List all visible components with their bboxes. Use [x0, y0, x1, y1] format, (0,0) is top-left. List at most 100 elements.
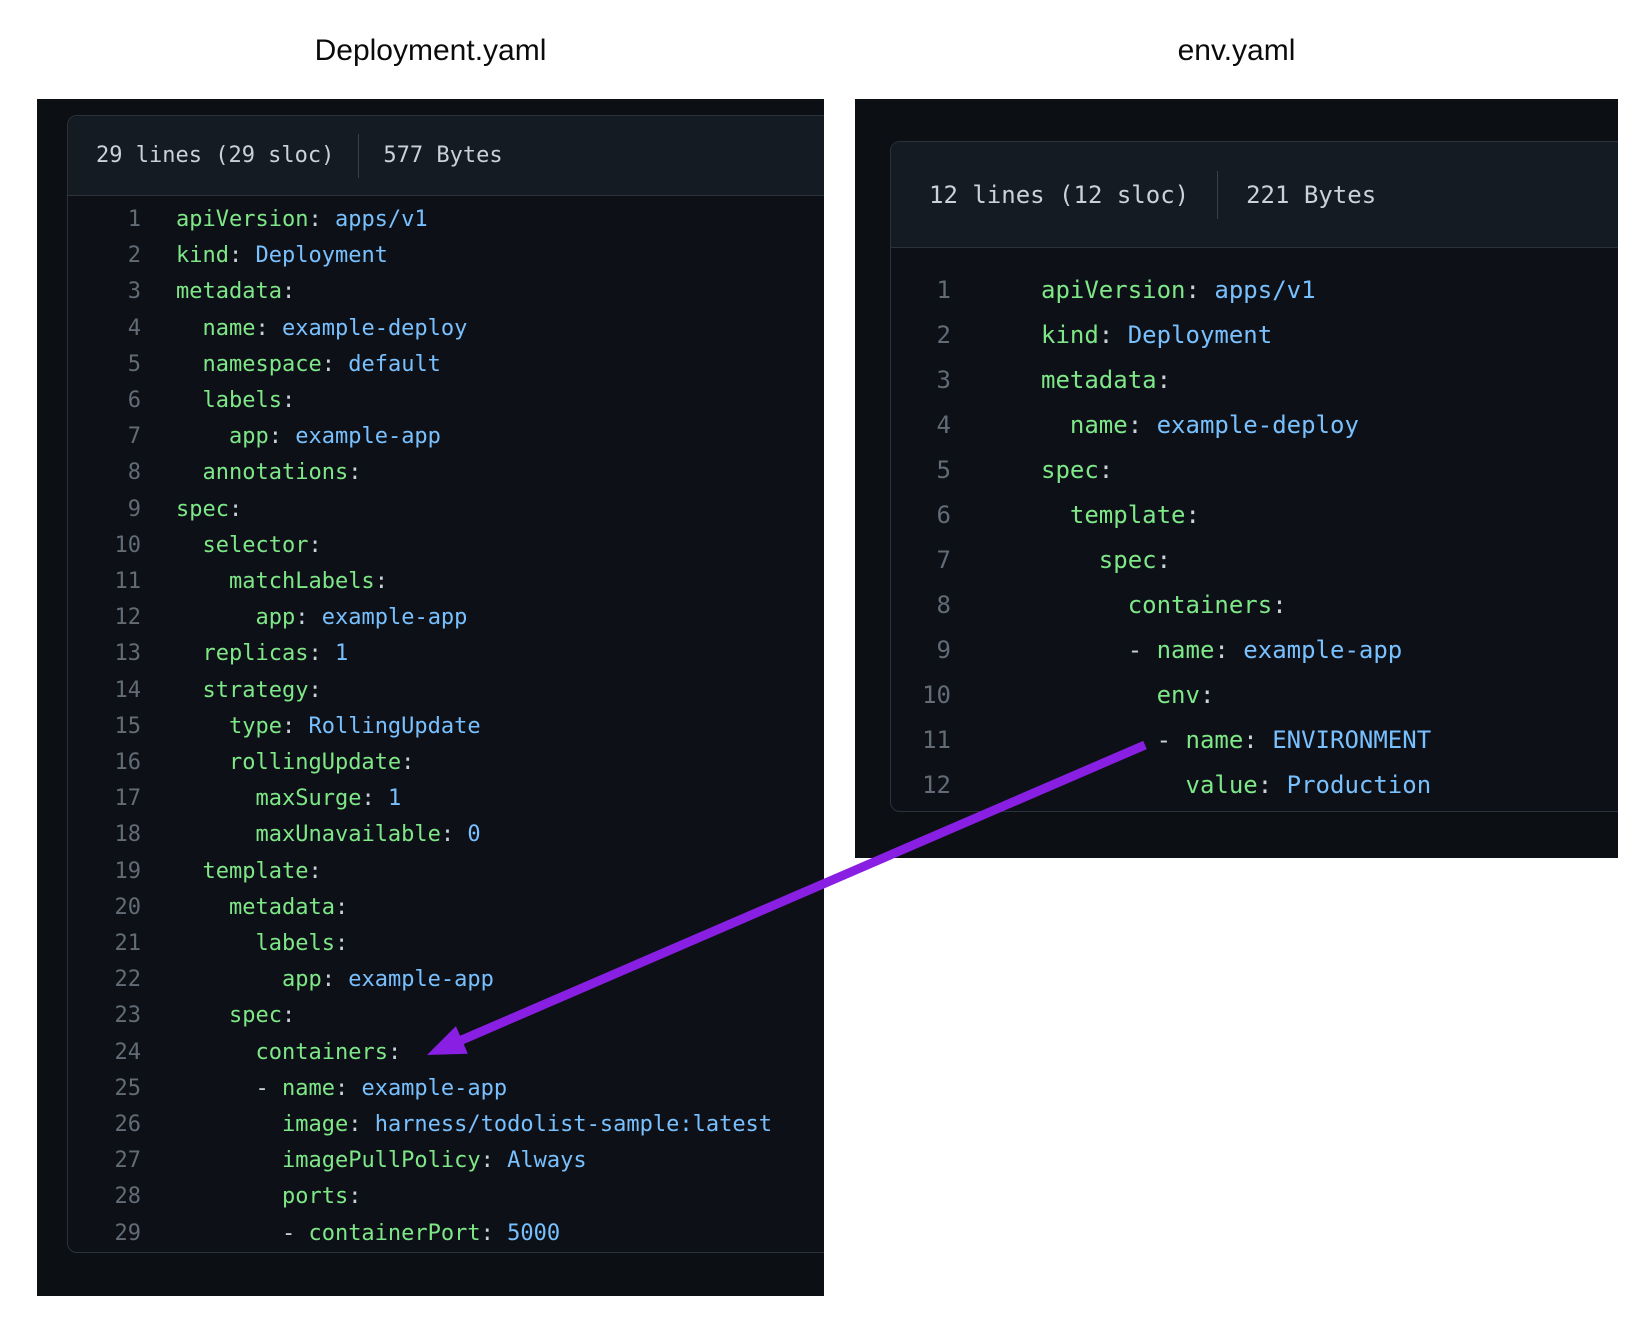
code-line: 23 spec: [68, 998, 824, 1034]
code-text: - name: example-app [141, 1071, 507, 1107]
code-text: labels: [141, 383, 295, 419]
code-line: 10 selector: [68, 528, 824, 564]
code-text: strategy: [141, 673, 322, 709]
line-number: 29 [68, 1216, 141, 1252]
code-line: 20 metadata: [68, 890, 824, 926]
code-text: selector: [141, 528, 322, 564]
line-number: 6 [891, 493, 951, 538]
code-text: app: example-app [141, 419, 441, 455]
meta-divider [1217, 171, 1218, 219]
line-number: 19 [68, 854, 141, 890]
code-line: 8 containers: [891, 583, 1618, 628]
line-number: 14 [68, 673, 141, 709]
line-number: 22 [68, 962, 141, 998]
code-text: namespace: default [141, 347, 441, 383]
code-line: 1apiVersion: apps/v1 [891, 268, 1618, 313]
code-text: rollingUpdate: [141, 745, 414, 781]
code-line: 24 containers: [68, 1035, 824, 1071]
code-line: 5 namespace: default [68, 347, 824, 383]
line-number: 8 [891, 583, 951, 628]
line-number: 2 [68, 238, 141, 274]
code-line: 29 - containerPort: 5000 [68, 1216, 824, 1252]
code-text: image: harness/todolist-sample:latest [141, 1107, 772, 1143]
code-line: 3metadata: [891, 358, 1618, 403]
code-text: containers: [951, 583, 1287, 628]
code-line: 22 app: example-app [68, 962, 824, 998]
code-text: replicas: 1 [141, 636, 348, 672]
code-line: 26 image: harness/todolist-sample:latest [68, 1107, 824, 1143]
env-yaml-panel: 12 lines (12 sloc) 221 Bytes 1apiVersion… [855, 99, 1618, 858]
code-text: imagePullPolicy: Always [141, 1143, 587, 1179]
meta-divider [358, 134, 359, 178]
code-text: maxSurge: 1 [141, 781, 401, 817]
line-number: 5 [68, 347, 141, 383]
line-number: 12 [891, 763, 951, 808]
code-line: 21 labels: [68, 926, 824, 962]
line-number: 10 [891, 673, 951, 718]
line-number: 23 [68, 998, 141, 1034]
line-number: 25 [68, 1071, 141, 1107]
code-text: env: [951, 673, 1214, 718]
code-line: 15 type: RollingUpdate [68, 709, 824, 745]
code-line: 25 - name: example-app [68, 1071, 824, 1107]
code-line: 19 template: [68, 854, 824, 890]
code-line: 18 maxUnavailable: 0 [68, 817, 824, 853]
file-meta-header: 29 lines (29 sloc) 577 Bytes [68, 116, 824, 196]
code-text: spec: [141, 998, 295, 1034]
line-number: 20 [68, 890, 141, 926]
code-line: 8 annotations: [68, 455, 824, 491]
line-number: 2 [891, 313, 951, 358]
line-number: 4 [891, 403, 951, 448]
code-line: 5spec: [891, 448, 1618, 493]
code-line: 4 name: example-deploy [891, 403, 1618, 448]
code-line: 10 env: [891, 673, 1618, 718]
code-block: 1apiVersion: apps/v12kind: Deployment3me… [68, 196, 824, 1252]
file-box: 29 lines (29 sloc) 577 Bytes 1apiVersion… [67, 115, 824, 1253]
deployment-yaml-panel: 29 lines (29 sloc) 577 Bytes 1apiVersion… [37, 99, 824, 1296]
code-line: 2kind: Deployment [68, 238, 824, 274]
code-line: 12 value: Production [891, 763, 1618, 808]
file-size: 577 Bytes [383, 143, 502, 168]
code-line: 3metadata: [68, 274, 824, 310]
code-line: 2kind: Deployment [891, 313, 1618, 358]
code-text: name: example-deploy [141, 311, 467, 347]
line-number: 10 [68, 528, 141, 564]
code-block: 1apiVersion: apps/v12kind: Deployment3me… [891, 248, 1618, 808]
code-text: - name: example-app [951, 628, 1402, 673]
line-number: 11 [68, 564, 141, 600]
line-number: 1 [68, 202, 141, 238]
code-text: type: RollingUpdate [141, 709, 481, 745]
code-text: apiVersion: apps/v1 [951, 268, 1316, 313]
code-line: 11 - name: ENVIRONMENT [891, 718, 1618, 763]
code-line: 17 maxSurge: 1 [68, 781, 824, 817]
file-size: 221 Bytes [1246, 181, 1376, 209]
line-number: 7 [68, 419, 141, 455]
code-line: 6 template: [891, 493, 1618, 538]
code-line: 16 rollingUpdate: [68, 745, 824, 781]
code-line: 9 - name: example-app [891, 628, 1618, 673]
line-number: 17 [68, 781, 141, 817]
code-line: 13 replicas: 1 [68, 636, 824, 672]
line-number: 28 [68, 1179, 141, 1215]
lines-count: 29 lines (29 sloc) [96, 143, 334, 168]
line-number: 26 [68, 1107, 141, 1143]
file-meta-header: 12 lines (12 sloc) 221 Bytes [891, 142, 1618, 248]
code-text: labels: [141, 926, 348, 962]
code-text: ports: [141, 1179, 361, 1215]
code-text: metadata: [141, 274, 295, 310]
code-text: template: [951, 493, 1200, 538]
file-title-env-yaml: env.yaml [855, 34, 1618, 68]
line-number: 7 [891, 538, 951, 583]
code-line: 11 matchLabels: [68, 564, 824, 600]
code-text: metadata: [951, 358, 1171, 403]
line-number: 15 [68, 709, 141, 745]
line-number: 6 [68, 383, 141, 419]
code-text: spec: [951, 448, 1113, 493]
code-text: metadata: [141, 890, 348, 926]
line-number: 4 [68, 311, 141, 347]
code-line: 14 strategy: [68, 673, 824, 709]
line-number: 1 [891, 268, 951, 313]
file-box: 12 lines (12 sloc) 221 Bytes 1apiVersion… [890, 141, 1618, 812]
code-line: 9spec: [68, 492, 824, 528]
code-text: containers: [141, 1035, 401, 1071]
